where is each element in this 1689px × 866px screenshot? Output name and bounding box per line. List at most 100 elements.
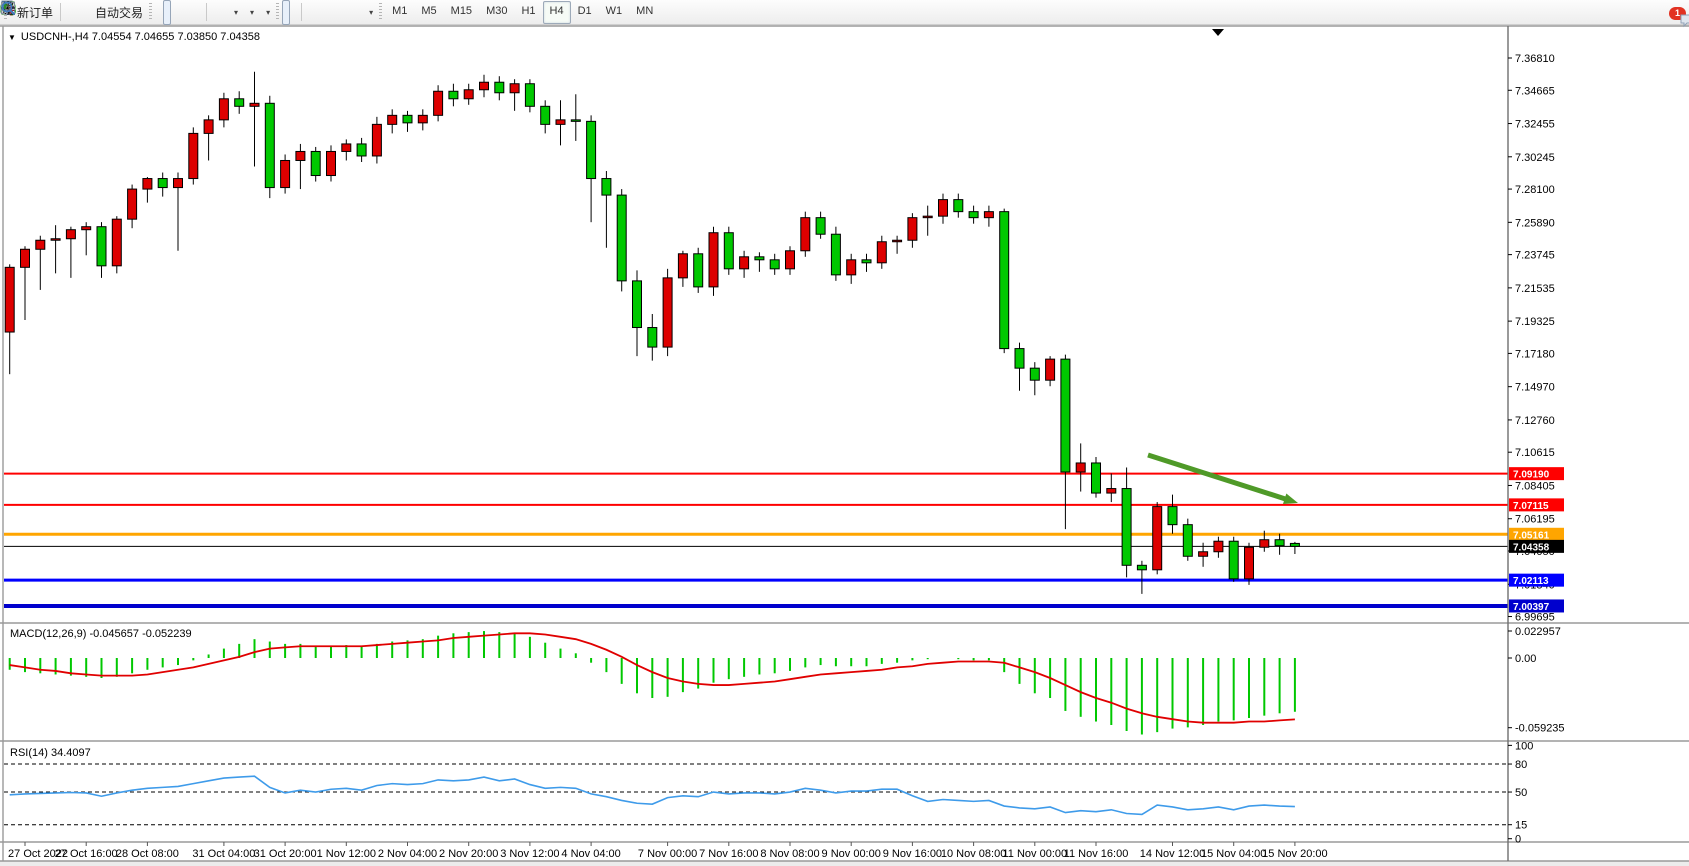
candle-up: [434, 91, 443, 115]
candle-down: [1183, 525, 1192, 557]
time-tick-label: 11 Nov 00:00: [1002, 848, 1067, 860]
rsi-tick-label: 15: [1515, 820, 1527, 832]
candlestick-chart-button[interactable]: [163, 0, 171, 25]
text-label-button[interactable]: T: [353, 0, 361, 25]
toolbar-drag-handle[interactable]: [379, 3, 382, 21]
candle-down: [235, 99, 244, 107]
candle-down: [1229, 541, 1238, 579]
candle-up: [281, 160, 290, 187]
candle-down: [954, 200, 963, 212]
timeframe-d1[interactable]: D1: [571, 1, 599, 24]
fibonacci-button[interactable]: F: [337, 0, 345, 25]
price-tick-label: 7.30245: [1515, 152, 1555, 164]
candle-down: [724, 233, 733, 269]
symbol-header[interactable]: ▼ USDCNH-,H4 7.04554 7.04655 7.03850 7.0…: [8, 31, 260, 43]
cursor-button[interactable]: [282, 0, 290, 25]
auto-trading-label: 自动交易: [95, 4, 143, 21]
candle-up: [1107, 489, 1116, 494]
candle-down: [1092, 463, 1101, 493]
zoom-in-button[interactable]: [179, 0, 187, 25]
timeframe-m15[interactable]: M15: [444, 1, 479, 24]
candle-up: [189, 133, 198, 178]
candle-down: [1275, 540, 1284, 546]
rsi-tick-label: 80: [1515, 759, 1527, 771]
timeframe-h4[interactable]: H4: [543, 1, 571, 24]
candle-up: [1199, 552, 1208, 557]
toolbar-drag-handle[interactable]: [149, 3, 152, 21]
candle-up: [847, 260, 856, 275]
chevron-down-icon: ▾: [266, 8, 270, 17]
candle-down: [158, 179, 167, 188]
candle-down: [449, 91, 458, 99]
line-chart-button[interactable]: [171, 0, 179, 25]
chevron-down-icon: ▾: [234, 8, 238, 17]
time-tick-label: 3 Nov 12:00: [500, 848, 559, 860]
templates-button[interactable]: ▾: [258, 0, 274, 25]
candle-down: [265, 103, 274, 187]
candle-up: [709, 233, 718, 287]
trendline-button[interactable]: [321, 0, 329, 25]
price-tag-label: 7.05161: [1513, 530, 1550, 541]
toolbar-drag-handle[interactable]: [276, 3, 279, 21]
crosshair-button[interactable]: [290, 0, 298, 25]
candle-up: [204, 120, 213, 134]
vertical-line-button[interactable]: [305, 0, 313, 25]
indicators-button[interactable]: ▾: [226, 0, 242, 25]
timeframe-mn[interactable]: MN: [629, 1, 660, 24]
timeframe-group: M1M5M15M30H1H4D1W1MN: [385, 1, 660, 24]
candle-down: [770, 260, 779, 269]
equidistant-channel-button[interactable]: E: [329, 0, 337, 25]
candle-down: [816, 218, 825, 235]
rsi-indicator-label: RSI(14) 34.4097: [10, 747, 91, 759]
chart-shift-button[interactable]: [218, 0, 226, 25]
price-tick-label: 7.32455: [1515, 119, 1555, 131]
candle-up: [801, 218, 810, 251]
rsi-tick-label: 50: [1515, 787, 1527, 799]
price-tick-label: 7.28100: [1515, 184, 1555, 196]
candle-up: [1260, 540, 1269, 548]
auto-trading-button[interactable]: 自动交易: [88, 0, 147, 25]
timeframe-m1[interactable]: M1: [385, 1, 414, 24]
timeframe-m5[interactable]: M5: [414, 1, 443, 24]
zoom-out-button[interactable]: [187, 0, 195, 25]
candle-down: [357, 144, 366, 156]
auto-scroll-button[interactable]: [210, 0, 218, 25]
symbol-ohlc-text: USDCNH-,H4 7.04554 7.04655 7.03850 7.043…: [21, 31, 260, 43]
candle-up: [556, 120, 565, 125]
candle-down: [571, 120, 580, 122]
chart-canvas[interactable]: 7.368107.346657.324557.302457.281007.258…: [0, 0, 1689, 866]
collapse-triangle-icon[interactable]: ▼: [8, 33, 16, 42]
candle-up: [372, 124, 381, 156]
bar-chart-button[interactable]: [155, 0, 163, 25]
chevron-down-icon: ▾: [250, 8, 254, 17]
new-order-button[interactable]: 新订单: [10, 0, 57, 25]
arrows-button[interactable]: ▾: [361, 0, 377, 25]
candle-up: [1245, 547, 1254, 579]
signals-button[interactable]: [80, 0, 88, 25]
candle-up: [908, 218, 917, 241]
macd-tick-label: 0.022957: [1515, 626, 1561, 638]
time-tick-label: 27 Oct 16:00: [55, 848, 118, 860]
candle-down: [617, 195, 626, 281]
price-tag-label: 7.04358: [1513, 542, 1550, 553]
market-button[interactable]: [64, 0, 72, 25]
candle-up: [219, 99, 228, 120]
horizontal-line-button[interactable]: [313, 0, 321, 25]
periods-button[interactable]: ▾: [242, 0, 258, 25]
new-chart-button[interactable]: [72, 0, 80, 25]
timeframe-w1[interactable]: W1: [599, 1, 630, 24]
candle-down: [831, 234, 840, 275]
timeframe-m30[interactable]: M30: [479, 1, 514, 24]
candle-down: [1015, 349, 1024, 369]
text-button[interactable]: A: [345, 0, 353, 25]
candle-down: [694, 254, 703, 287]
toolbar-separator: [206, 3, 207, 21]
time-tick-label: 11 Nov 16:00: [1064, 848, 1129, 860]
timeframe-h1[interactable]: H1: [514, 1, 542, 24]
candle-down: [633, 281, 642, 328]
candle-up: [678, 254, 687, 278]
candle-up: [112, 219, 121, 266]
tile-windows-button[interactable]: [195, 0, 203, 25]
time-tick-label: 8 Nov 08:00: [760, 848, 819, 860]
price-tick-label: 7.17180: [1515, 348, 1555, 360]
